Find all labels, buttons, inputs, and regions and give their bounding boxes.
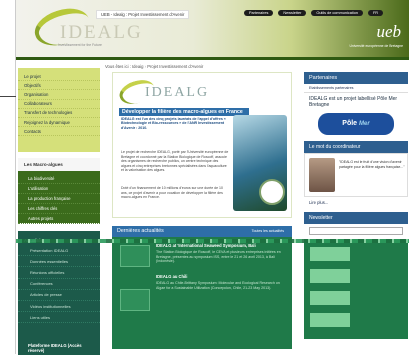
top-menu: Partenaires Newsletter Outils de communi… [244, 10, 383, 16]
partners-link[interactable]: Etablissements partenaires [304, 84, 408, 93]
pole-mer-logo-b: Mer [359, 121, 370, 127]
news-thumbnail[interactable] [120, 289, 150, 311]
feature-panel: IDEALG Développer la filière des macro-a… [112, 72, 292, 218]
top-menu-partenaires[interactable]: Partenaires [244, 10, 274, 16]
feature-intro: IDEALG est l'un des cinq projets lauréat… [121, 117, 226, 130]
sidebar-item-projet[interactable]: Le projet [18, 72, 100, 82]
top-menu-language[interactable]: FR [367, 10, 383, 16]
news-item-text: IDEALG au Chile-Brittany Symposium: Mole… [156, 281, 280, 290]
sidebar-bottom-item[interactable]: Conférences [18, 279, 100, 290]
sidebar-sub-utilisation[interactable]: L'utilisation [18, 184, 100, 194]
pole-mer-logo-a: Pôle [342, 120, 358, 127]
sidebar-sub-autres[interactable]: Autres projets [18, 214, 100, 224]
newsletter-heading: Newsletter [304, 212, 408, 224]
coordinator-heading: Le mot du coordinateur [304, 141, 408, 153]
news-header: Dernières actualités Toutes les actualit… [112, 226, 292, 237]
newsletter-email-input[interactable] [309, 227, 403, 235]
news-item-title[interactable]: IDEALG au Chili [156, 274, 282, 279]
ueb-logo[interactable]: ueb [376, 22, 401, 42]
connector-line [0, 96, 16, 97]
sidebar-item-organisation[interactable]: Organisation [18, 90, 100, 100]
sidebar-actualites-panel: Actualités Présentation IDEALG Données e… [18, 231, 100, 355]
sidebar-section-title: Les Macro-algues [18, 158, 100, 171]
feature-body-2: Doté d'un financement de 10 millions d'e… [121, 186, 223, 200]
sidebar-item-contacts[interactable]: Contacts [18, 127, 100, 137]
link-thumbnail[interactable] [310, 291, 350, 305]
main-content: IDEALG Développer la filière des macro-a… [112, 72, 292, 349]
news-list: IDEALG at 'International Seaweed Symposi… [112, 237, 292, 349]
coordinator-box: "IDEALG est le fruit d'une vision d'aven… [304, 153, 408, 197]
feature-body: Le projet de recherche IDEALG, porté par… [121, 150, 229, 173]
sidebar-bottom-item[interactable]: Vidéos institutionnelles [18, 301, 100, 313]
breadcrumb-separator: › [144, 64, 147, 69]
render-glitch-strip [16, 239, 409, 243]
left-sidebar: Le projet Objectifs Organisation Collabo… [18, 68, 100, 355]
sidebar-sub-chiffres[interactable]: Les chiffres clés [18, 204, 100, 214]
breadcrumb: Vous êtes ici : Ideaig › Projet Investis… [105, 64, 203, 69]
sidebar-bottom-item[interactable]: Articles de presse [18, 290, 100, 301]
all-news-link[interactable]: Toutes les actualités [252, 229, 284, 233]
read-more-link[interactable]: Lire plus... [304, 197, 408, 208]
pole-mer-label: IDEALG est un projet labellisé Pôle Mer … [309, 96, 398, 108]
top-menu-outils[interactable]: Outils de communication [311, 10, 363, 16]
coordinator-photo [309, 158, 335, 192]
right-column: Partenaires Etablissements partenaires I… [304, 72, 408, 339]
news-title: Dernières actualités [117, 228, 164, 234]
link-thumbnail[interactable] [310, 269, 350, 283]
coordinator-quote: "IDEALG est le fruit d'une vision d'aven… [339, 160, 405, 169]
sidebar-item-transfert[interactable]: Transfert de technologies [18, 109, 100, 118]
news-item[interactable]: IDEALG au Chili IDEALG au Chile-Brittany… [156, 274, 282, 290]
site-header: IDEALG Investissement for the Future UEB… [16, 0, 409, 60]
sidebar-subnav: La biodiversité L'utilisation La product… [18, 171, 100, 224]
logo-tagline: Investissement for the Future [58, 43, 102, 47]
platform-link[interactable]: Plateforme IDEALG (Accès réservé) [18, 323, 100, 353]
right-dark-panel [304, 239, 408, 339]
sidebar-nav: Le projet Objectifs Organisation Collabo… [18, 68, 100, 152]
feature-logo: IDEALG [116, 75, 289, 109]
feature-logo-word: IDEALG [145, 85, 210, 100]
link-thumbnail[interactable] [310, 313, 350, 327]
link-thumbnail[interactable] [310, 247, 350, 261]
sidebar-sub-biodiversite[interactable]: La biodiversité [18, 174, 100, 184]
sidebar-bottom-item[interactable]: Liens utiles [18, 312, 100, 324]
sidebar-item-rejoignez[interactable]: Rejoignez la dynamique [18, 118, 100, 128]
sidebar-item-objectifs[interactable]: Objectifs [18, 81, 100, 91]
pole-mer-logo[interactable]: Pôle Mer [318, 113, 394, 135]
sidebar-item-collaborateurs[interactable]: Collaborateurs [18, 100, 100, 109]
news-item-text: The Station Biologique de Roscoff, le CE… [156, 250, 281, 264]
partners-heading: Partenaires [304, 72, 408, 84]
feature-title: Développer la filière des macro-algues e… [119, 108, 249, 116]
breadcrumb-item-current: Projet Investissement d'Avenir [147, 64, 204, 69]
top-menu-newsletter[interactable]: Newsletter [278, 10, 307, 16]
sidebar-bottom-item[interactable]: Réunions officielles [18, 267, 100, 279]
sidebar-bottom-item[interactable]: Présentation IDEALG [18, 245, 100, 257]
news-thumbnail[interactable] [120, 245, 150, 267]
idealg-logo[interactable]: IDEALG [60, 22, 143, 44]
sidebar-bottom-item[interactable]: Données essentielles [18, 256, 100, 268]
seaweed-photo [233, 115, 287, 211]
breadcrumb-prefix: Vous êtes ici : [105, 64, 131, 69]
news-item-title[interactable]: IDEALG at 'International Seaweed Symposi… [156, 243, 282, 248]
news-item[interactable]: IDEALG at 'International Seaweed Symposi… [156, 243, 282, 264]
sidebar-sub-production[interactable]: La production française [18, 194, 100, 204]
breadcrumb-item-home[interactable]: Ideaig [132, 64, 143, 69]
ueb-subtitle: Université européenne de Bretagne [349, 44, 403, 48]
site-title: UEB - Idealg : Projet Investissement d'A… [96, 10, 190, 19]
